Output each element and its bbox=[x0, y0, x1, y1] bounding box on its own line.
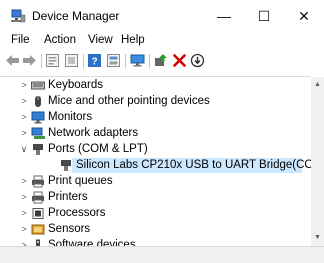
properties-icon[interactable] bbox=[45, 53, 60, 68]
chevron-right-icon[interactable]: > bbox=[19, 111, 29, 123]
chevron-right-icon[interactable]: > bbox=[19, 223, 29, 235]
tree-item-keyboards[interactable]: > Keyboards bbox=[0, 78, 311, 93]
tree-item-label: Mice and other pointing devices bbox=[48, 95, 210, 107]
scroll-down-arrow-icon[interactable]: ▼ bbox=[311, 232, 324, 244]
chevron-right-icon[interactable]: > bbox=[19, 191, 29, 203]
tree-item-label: Printers bbox=[48, 191, 88, 203]
monitor-icon bbox=[31, 111, 45, 124]
chevron-down-icon[interactable]: ∨ bbox=[19, 143, 29, 155]
tree-item-network-adapters[interactable]: > Network adapters bbox=[0, 126, 311, 141]
port-icon bbox=[59, 159, 73, 172]
menu-help[interactable]: Help bbox=[121, 34, 145, 46]
help-icon[interactable]: ? bbox=[87, 53, 102, 68]
tree-item-label: Ports (COM & LPT) bbox=[48, 143, 148, 155]
printer-icon bbox=[31, 191, 45, 204]
menu-bar: File Action View Help bbox=[0, 32, 324, 52]
chevron-right-icon[interactable]: > bbox=[19, 127, 29, 139]
chevron-right-icon[interactable]: > bbox=[19, 207, 29, 219]
mouse-icon bbox=[31, 95, 45, 108]
tree-item-sensors[interactable]: > Sensors bbox=[0, 222, 311, 237]
svg-text:?: ? bbox=[91, 57, 97, 68]
tree-item-label: Silicon Labs CP210x USB to UART Bridge(C… bbox=[76, 159, 311, 171]
window-title: Device Manager bbox=[32, 9, 120, 23]
tree-item-label: Network adapters bbox=[48, 127, 139, 139]
tree-item-mice[interactable]: > Mice and other pointing devices bbox=[0, 94, 311, 109]
toolbar-separator bbox=[125, 54, 126, 68]
toolbar-separator bbox=[83, 54, 84, 68]
tree-item-silicon-labs-cp210x[interactable]: Silicon Labs CP210x USB to UART Bridge(C… bbox=[0, 158, 311, 173]
toolbar-separator bbox=[41, 54, 42, 68]
toolbar: ? bbox=[0, 52, 324, 70]
tree-item-label: Sensors bbox=[48, 223, 91, 235]
vertical-scrollbar[interactable]: ▲ ▼ bbox=[311, 77, 324, 246]
network-adapter-icon bbox=[31, 127, 45, 140]
processor-icon bbox=[31, 207, 45, 220]
show-hidden-icon[interactable] bbox=[64, 53, 79, 68]
printer-icon bbox=[31, 175, 45, 188]
tree-item-label: Print queues bbox=[48, 175, 113, 187]
chevron-right-icon[interactable]: > bbox=[19, 175, 29, 187]
tree-item-monitors[interactable]: > Monitors bbox=[0, 110, 311, 125]
monitor-icon[interactable] bbox=[130, 53, 145, 68]
chevron-right-icon[interactable]: > bbox=[19, 95, 29, 107]
close-button[interactable]: ✕ bbox=[284, 0, 324, 32]
resources-icon[interactable] bbox=[106, 53, 121, 68]
scan-icon[interactable] bbox=[190, 53, 205, 68]
back-icon[interactable] bbox=[5, 53, 20, 68]
tree-item-print-queues[interactable]: > Print queues bbox=[0, 174, 311, 189]
tree-item-label: Processors bbox=[48, 207, 106, 219]
maximize-button[interactable]: ☐ bbox=[244, 0, 284, 32]
scroll-up-arrow-icon[interactable]: ▲ bbox=[311, 79, 324, 91]
toolbar-separator bbox=[149, 54, 150, 68]
keyboard-icon bbox=[31, 79, 45, 92]
tree-item-label: Monitors bbox=[48, 111, 93, 123]
menu-action[interactable]: Action bbox=[44, 34, 76, 46]
forward-icon[interactable] bbox=[22, 53, 37, 68]
menu-view[interactable]: View bbox=[88, 34, 113, 46]
tree-item-label: Keyboards bbox=[48, 79, 103, 91]
device-tree[interactable]: > Keyboards > Mice and other pointing de… bbox=[0, 76, 311, 247]
port-icon bbox=[31, 143, 45, 156]
tree-item-processors[interactable]: > Processors bbox=[0, 206, 311, 221]
menu-file[interactable]: File bbox=[11, 34, 30, 46]
tree-item-ports[interactable]: ∨ Ports (COM & LPT) bbox=[0, 142, 311, 157]
chevron-right-icon[interactable]: > bbox=[19, 79, 29, 91]
update-driver-icon[interactable] bbox=[153, 53, 168, 68]
status-bar bbox=[0, 246, 324, 263]
title-bar: Device Manager — ☐ ✕ bbox=[0, 0, 324, 32]
uninstall-icon[interactable] bbox=[172, 53, 187, 68]
minimize-button[interactable]: — bbox=[204, 0, 244, 32]
tree-item-printers[interactable]: > Printers bbox=[0, 190, 311, 205]
device-manager-icon bbox=[10, 9, 26, 23]
sensor-icon bbox=[31, 223, 45, 236]
